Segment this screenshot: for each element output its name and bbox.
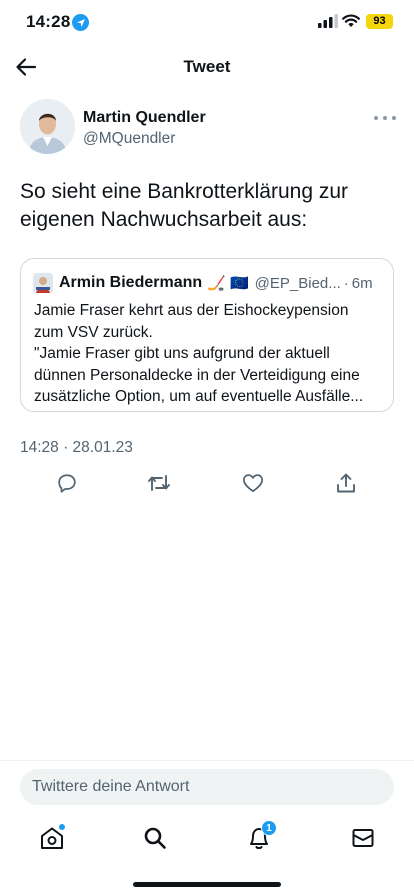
quoted-tweet-header: Armin Biedermann 🏒 🇪🇺 @EP_Bied... · 6m — [33, 273, 385, 293]
author-avatar[interactable] — [20, 99, 75, 154]
reply-placeholder: Twittere deine Antwort — [32, 778, 190, 795]
tweet-actions — [0, 470, 414, 498]
more-options-button[interactable] — [374, 109, 396, 127]
notification-count-badge: 1 — [261, 820, 277, 836]
heart-icon — [243, 474, 263, 493]
envelope-icon — [352, 829, 374, 847]
wifi-icon — [342, 14, 360, 27]
cellular-signal-icon — [318, 14, 338, 28]
tab-home[interactable] — [38, 823, 66, 852]
quoted-text-line: "Jamie Fraser gibt uns aufgrund der aktu… — [34, 345, 330, 362]
nav-header: Tweet — [0, 44, 414, 90]
share-button[interactable] — [333, 470, 359, 496]
quoted-author-emoji: 🏒 🇪🇺 — [207, 275, 249, 292]
quoted-text-line: zum VSV zurück. — [34, 323, 153, 341]
tab-bar: 1 — [0, 818, 414, 858]
retweet-icon — [148, 475, 170, 491]
tweet-timestamp: 14:28 · 28.01.23 — [20, 439, 133, 456]
quoted-tweet-time: 6m — [351, 274, 373, 292]
battery-indicator: 93 — [366, 14, 393, 29]
divider — [0, 760, 414, 761]
reply-icon — [58, 474, 76, 493]
quoted-tweet-text: Jamie Fraser kehrt aus der Eishockeypens… — [34, 300, 386, 408]
home-indicator — [133, 882, 281, 887]
tweet-text-line: eigenen Nachwuchsarbeit aus: — [20, 208, 308, 231]
retweet-button[interactable] — [146, 470, 172, 496]
author-name[interactable]: Martin Quendler — [83, 109, 206, 127]
status-time: 14:28 — [26, 12, 71, 31]
page-title: Tweet — [183, 57, 231, 76]
reply-input[interactable]: Twittere deine Antwort — [20, 769, 394, 805]
quoted-text-line: Jamie Fraser kehrt aus der Eishockeypens… — [34, 302, 349, 319]
search-icon — [144, 827, 166, 849]
tab-messages[interactable] — [349, 824, 377, 852]
tweet-text-line: So sieht eine Bankrotterklärung zur — [20, 180, 349, 203]
quoted-text-line: zusätzliche Option, um auf eventuelle Au… — [34, 388, 364, 405]
quoted-author-handle: @EP_Bied... — [254, 274, 341, 292]
separator-dot: · — [343, 274, 349, 292]
reply-button[interactable] — [54, 470, 80, 496]
quoted-tweet-card[interactable]: Armin Biedermann 🏒 🇪🇺 @EP_Bied... · 6m J… — [20, 258, 394, 412]
status-bar: 14:28 93 — [0, 0, 414, 44]
author-handle[interactable]: @MQuendler — [83, 130, 175, 148]
new-content-dot — [58, 823, 66, 831]
more-dot-icon — [383, 116, 387, 120]
tab-search[interactable] — [141, 824, 169, 852]
quoted-text-line: dünnen Personaldecke in der Verteidigung… — [34, 366, 360, 384]
more-dot-icon — [392, 116, 396, 120]
like-button[interactable] — [240, 470, 266, 496]
quoted-author-avatar — [33, 273, 53, 293]
quoted-author-name: Armin Biedermann — [59, 274, 203, 291]
tab-notifications[interactable]: 1 — [245, 820, 277, 852]
tweet-text: So sieht eine Bankrotterklärung zur eige… — [20, 178, 400, 234]
location-arrow-icon — [72, 14, 89, 31]
more-dot-icon — [374, 116, 378, 120]
share-icon — [337, 473, 355, 493]
